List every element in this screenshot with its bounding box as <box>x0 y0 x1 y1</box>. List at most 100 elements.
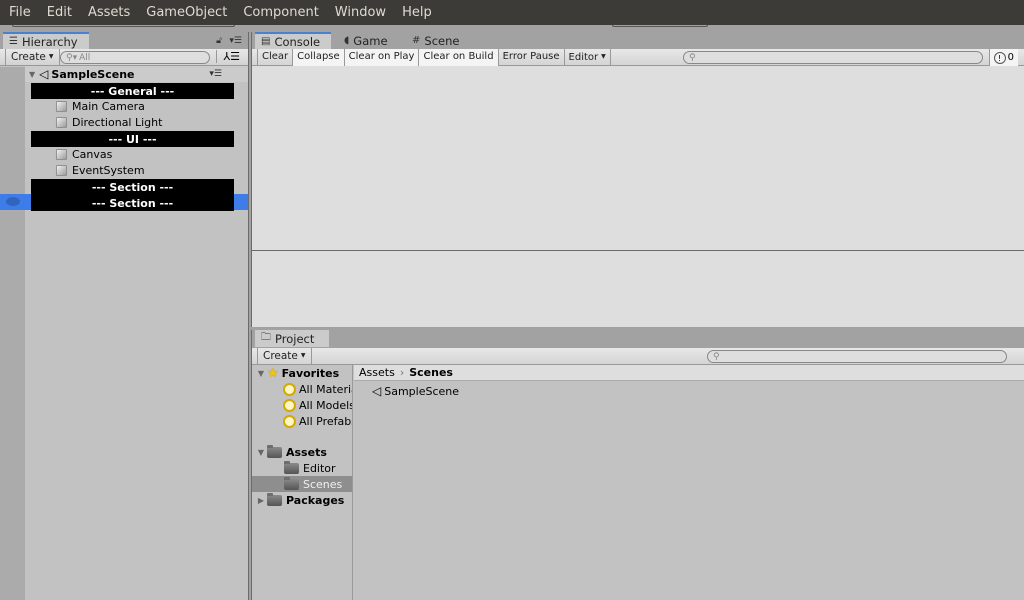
dropdown-caret-icon: ▼ <box>300 352 306 359</box>
hierarchy-object-row[interactable]: Directional Light <box>55 114 162 130</box>
object-label: EventSystem <box>72 163 145 177</box>
tab-game[interactable]: ◖ Game <box>338 32 394 49</box>
hierarchy-object-row[interactable]: EventSystem <box>55 162 145 178</box>
menu-help[interactable]: Help <box>394 0 440 25</box>
editor-dropdown-label: Editor <box>568 51 599 63</box>
console-icon: ▤ <box>261 36 271 47</box>
lock-icon[interactable]: 🔓︎ <box>216 36 222 46</box>
tab-hierarchy[interactable]: ☰ Hierarchy <box>3 32 89 49</box>
editor-dropdown[interactable]: Editor ▼ <box>565 48 611 66</box>
packages-label: Packages <box>286 493 345 507</box>
unity-scene-icon: ◁ <box>372 384 382 398</box>
tree-packages[interactable]: ▶ Packages <box>255 492 344 508</box>
asset-name: SampleScene <box>384 384 460 398</box>
menu-bar: File Edit Assets GameObject Component Wi… <box>0 0 1024 25</box>
menu-edit[interactable]: Edit <box>39 0 80 25</box>
chevron-right-icon: › <box>399 366 405 379</box>
menu-gameobject[interactable]: GameObject <box>138 0 235 25</box>
error-count: 0 <box>1007 52 1014 63</box>
asset-item[interactable]: ◁ SampleScene <box>372 384 459 398</box>
hierarchy-header-row[interactable]: --- UI --- <box>31 131 234 147</box>
tree-favorites[interactable]: ▼ ★ Favorites <box>255 365 339 381</box>
header-label: --- General --- <box>90 84 175 98</box>
menu-file[interactable]: File <box>0 0 39 25</box>
project-panel: 🗀︎ Project Create ▼ ⚲ ▼ ★ Favorites All M… <box>251 330 1024 600</box>
project-create-button[interactable]: Create ▼ <box>257 348 312 364</box>
clear-button[interactable]: Clear <box>257 48 294 66</box>
tree-favorite-item[interactable]: All Models <box>283 397 353 413</box>
assets-label: Assets <box>286 445 327 459</box>
collapse-triangle-icon[interactable]: ▶ <box>255 496 267 505</box>
tree-folder-editor[interactable]: Editor <box>284 460 336 476</box>
collapse-toggle[interactable]: Collapse <box>293 48 345 66</box>
breadcrumb-scenes[interactable]: Scenes <box>409 366 453 379</box>
scene-root-row[interactable]: ▼ ◁ SampleScene ▾☰ <box>25 66 248 82</box>
tree-favorite-item[interactable]: All Materials <box>283 381 352 397</box>
hierarchy-create-button[interactable]: Create ▼ <box>5 49 60 65</box>
hierarchy-header-row[interactable]: --- Section --- <box>31 179 234 195</box>
expand-triangle-icon[interactable]: ▼ <box>255 448 267 457</box>
tab-console[interactable]: ▤ Console <box>255 32 331 49</box>
hierarchy-panel: ☰ Hierarchy 🔓︎ ▾☰ Create ▼ ⚲▾ All ⅄☰ ▼ ◁ … <box>0 32 249 600</box>
clear-on-play-toggle[interactable]: Clear on Play <box>344 48 420 66</box>
hierarchy-object-row[interactable]: Main Camera <box>55 98 145 114</box>
expand-triangle-icon[interactable]: ▼ <box>255 369 267 378</box>
hierarchy-search-input[interactable]: ⚲▾ All <box>60 51 210 64</box>
search-filter-icon <box>283 398 296 412</box>
favorites-label: Favorites <box>281 366 340 380</box>
tab-game-label: Game <box>353 33 388 48</box>
search-placeholder: All <box>79 52 91 63</box>
scene-visibility-filter-icon[interactable]: ⅄☰ <box>216 50 240 63</box>
list-icon: ☰ <box>9 36 18 47</box>
menu-window[interactable]: Window <box>327 0 394 25</box>
tab-scene[interactable]: # Scene <box>406 32 465 49</box>
menu-assets[interactable]: Assets <box>80 0 138 25</box>
project-folder-tree: ▼ ★ Favorites All Materials All Models A… <box>252 365 353 600</box>
gameobject-cube-icon <box>55 116 68 128</box>
header-label: --- Section --- <box>91 196 174 210</box>
object-label: Directional Light <box>72 115 163 129</box>
error-count-toggle[interactable]: ! 0 <box>988 49 1018 66</box>
star-icon: ★ <box>267 365 279 381</box>
clear-on-build-toggle[interactable]: Clear on Build <box>419 48 499 66</box>
tab-menu-icon[interactable]: ▾☰ <box>229 36 242 46</box>
folder-icon <box>284 476 299 490</box>
hierarchy-tabbar: ☰ Hierarchy 🔓︎ ▾☰ <box>0 32 248 49</box>
dropdown-caret-icon: ▼ <box>601 52 606 60</box>
favorite-label: All Models <box>299 398 353 412</box>
scene-name: SampleScene <box>51 67 135 81</box>
search-filter-icon <box>283 414 296 428</box>
tree-favorite-item[interactable]: All Prefabs <box>283 413 353 429</box>
tree-assets[interactable]: ▼ Assets <box>255 444 327 460</box>
create-label: Create <box>11 51 46 63</box>
folder-label: Scenes <box>303 477 343 491</box>
toolbar-playback-segment <box>612 25 708 27</box>
expand-triangle-icon[interactable]: ▼ <box>29 70 35 79</box>
tab-hierarchy-label: Hierarchy <box>21 34 78 49</box>
hierarchy-header-row[interactable]: --- General --- <box>31 83 234 99</box>
project-content: Assets › Scenes ◁ SampleScene <box>354 365 1024 600</box>
breadcrumb: Assets › Scenes <box>354 365 1024 381</box>
unity-scene-icon: ◁ <box>39 67 49 81</box>
gameobject-cube-icon <box>55 148 68 160</box>
create-label: Create <box>263 350 298 362</box>
hierarchy-header-row-selected[interactable]: --- Section --- <box>31 195 234 211</box>
folder-icon <box>267 492 282 506</box>
error-pause-toggle[interactable]: Error Pause <box>499 48 565 66</box>
console-search-input[interactable]: ⚲ <box>683 51 983 64</box>
menu-component[interactable]: Component <box>235 0 326 25</box>
tab-scene-label: Scene <box>424 33 460 48</box>
breadcrumb-assets[interactable]: Assets <box>359 366 395 379</box>
project-search-input[interactable]: ⚲ <box>707 350 1007 363</box>
tree-folder-scenes[interactable]: Scenes <box>284 476 342 492</box>
search-icon: ⚲▾ <box>66 52 78 63</box>
tab-project[interactable]: 🗀︎ Project <box>255 330 329 347</box>
console-detail-divider[interactable] <box>252 250 1024 251</box>
hierarchy-object-row[interactable]: Canvas <box>55 146 112 162</box>
folder-icon <box>267 444 282 458</box>
eye-icon[interactable] <box>6 197 20 206</box>
gameobject-cube-icon <box>55 100 68 112</box>
scene-menu-icon[interactable]: ▾☰ <box>209 69 222 79</box>
search-filter-icon <box>283 382 296 396</box>
favorite-label: All Prefabs <box>299 414 353 428</box>
